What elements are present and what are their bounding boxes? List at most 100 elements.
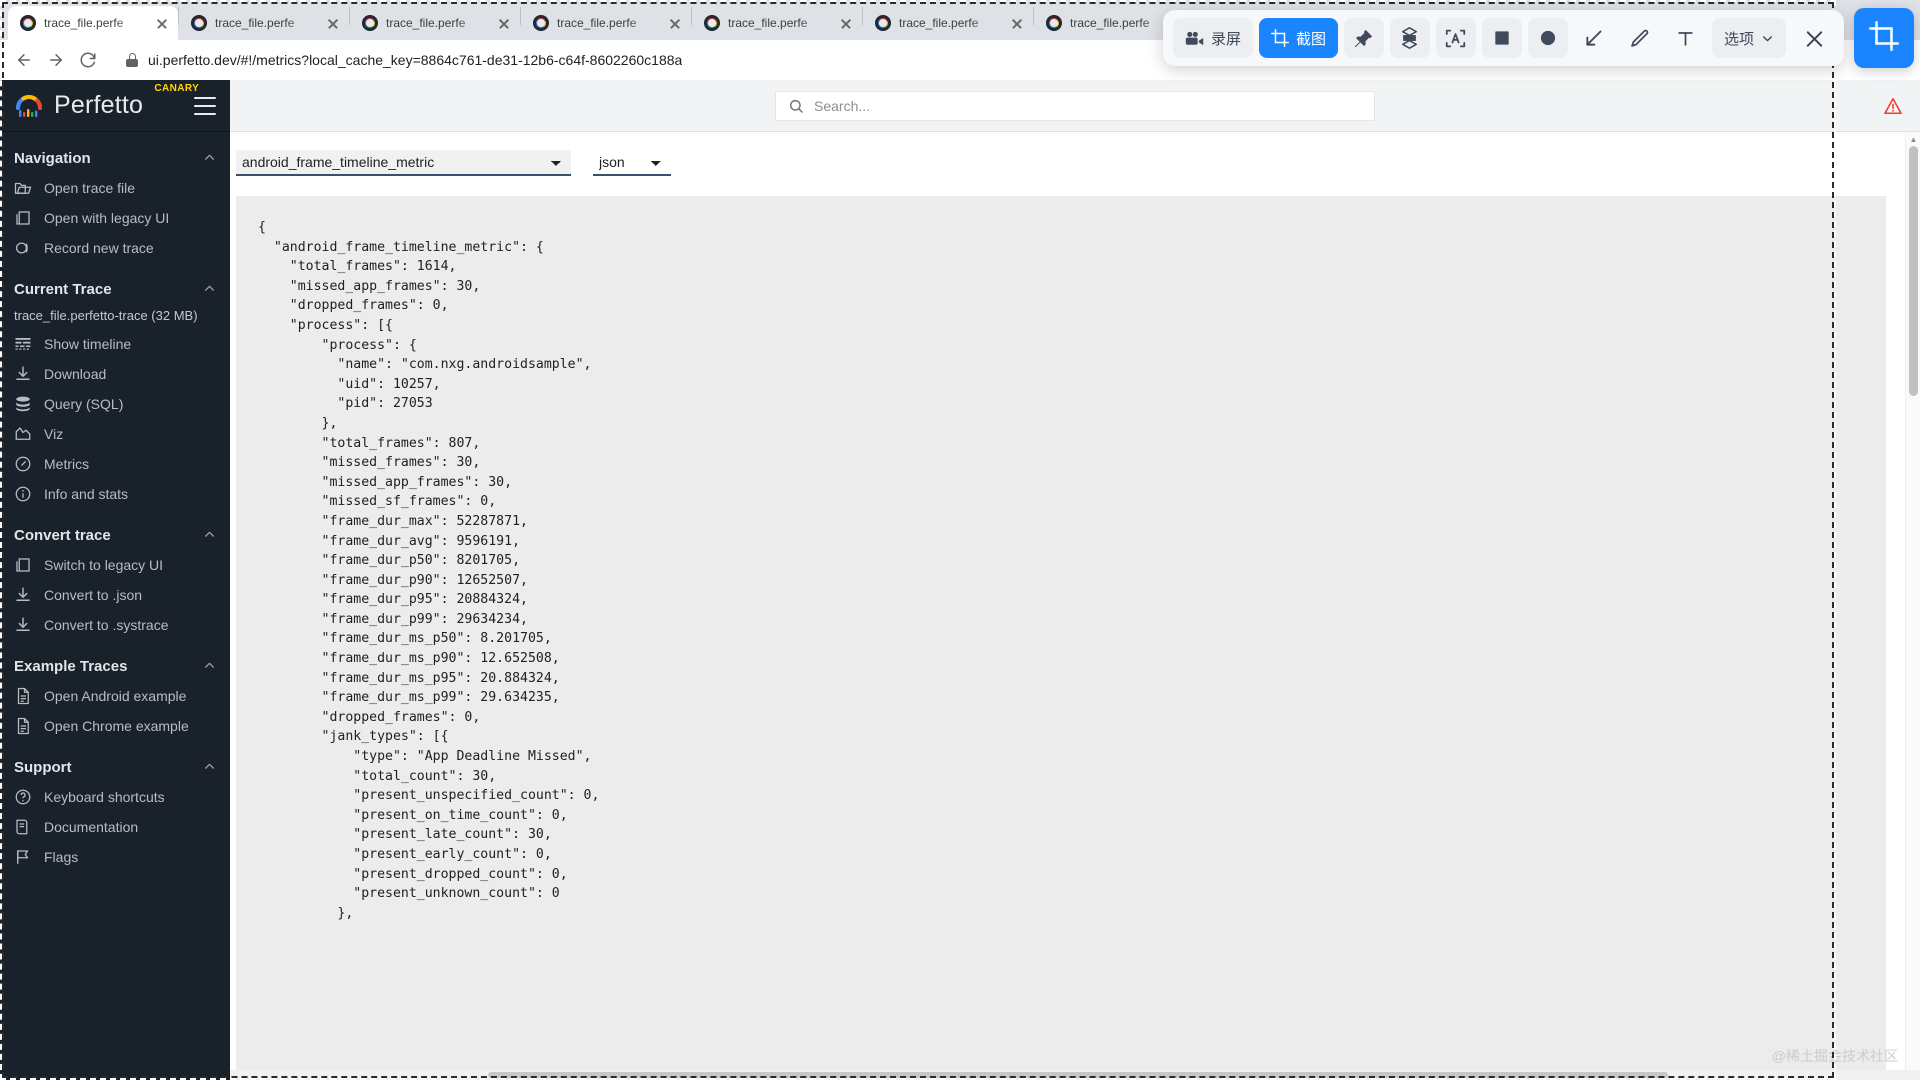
search-icon [788, 98, 804, 114]
browser-tab[interactable]: trace_file.perfe [863, 6, 1033, 40]
search-input[interactable]: Search... [775, 90, 1375, 121]
sidebar-item-open-chrome-example[interactable]: Open Chrome example [0, 711, 230, 741]
options-button[interactable]: 选项 [1711, 18, 1786, 58]
rectangle-tool-button[interactable] [1481, 18, 1522, 58]
scrollbar-up-arrow[interactable]: ▲ [1906, 132, 1920, 146]
sidebar-section-title[interactable]: Navigation [0, 142, 230, 173]
sidebar-item-metrics[interactable]: Metrics [0, 449, 230, 479]
sidebar-item-viz[interactable]: Viz [0, 419, 230, 449]
sidebar-item-label: Open Chrome example [44, 718, 189, 734]
sidebar-item-label: Query (SQL) [44, 396, 124, 412]
close-icon[interactable] [1794, 18, 1834, 58]
pen-icon [1629, 28, 1650, 49]
sidebar-item-record-new-trace[interactable]: Record new trace [0, 233, 230, 263]
book-icon [14, 818, 32, 836]
tab-close-icon[interactable] [325, 15, 341, 31]
sidebar-item-convert-to-systrace[interactable]: Convert to .systrace [0, 610, 230, 640]
page-scrollbar[interactable]: ▲ ▼ [1905, 132, 1920, 1080]
text-tool-button[interactable] [1666, 18, 1706, 58]
sidebar-section-title[interactable]: Current Trace [0, 273, 230, 304]
tab-close-icon[interactable] [154, 15, 170, 31]
sidebar-item-keyboard-shortcuts[interactable]: Keyboard shortcuts [0, 782, 230, 812]
metric-result-panel: { "android_frame_timeline_metric": { "to… [236, 196, 1886, 1080]
download-icon [14, 365, 32, 383]
capture-screenshot-button[interactable]: 截图 [1258, 18, 1338, 58]
pen-tool-button[interactable] [1620, 18, 1660, 58]
horizontal-scrollbar[interactable] [230, 1070, 1920, 1080]
sidebar-section: Support Keyboard shortcuts Documentation Fl… [0, 741, 230, 872]
tab-close-icon[interactable] [1009, 15, 1025, 31]
capture-screenshot-label: 截图 [1295, 30, 1326, 48]
tab-title: trace_file.perfe [386, 16, 466, 30]
scrollbar-thumb[interactable] [1909, 146, 1918, 396]
sidebar-section-label: Convert trace [14, 527, 111, 544]
sidebar-item-switch-to-legacy-ui[interactable]: Switch to legacy UI [0, 550, 230, 580]
sidebar-item-open-trace-file[interactable]: Open trace file [0, 173, 230, 203]
sidebar-section-title[interactable]: Convert trace [0, 519, 230, 550]
sidebar-item-convert-to-json[interactable]: Convert to .json [0, 580, 230, 610]
sidebar-section-title[interactable]: Example Traces [0, 650, 230, 681]
ocr-text-button[interactable] [1435, 18, 1476, 58]
confirm-capture-button[interactable] [1854, 8, 1914, 68]
alert-icon[interactable] [1884, 97, 1902, 114]
sidebar-item-documentation[interactable]: Documentation [0, 812, 230, 842]
hamburger-icon[interactable] [194, 96, 216, 115]
perfetto-favicon-icon [533, 15, 549, 31]
sidebar-item-download[interactable]: Download [0, 359, 230, 389]
chevron-up-icon[interactable] [203, 659, 216, 675]
sidebar-item-label: Info and stats [44, 486, 129, 502]
browser-tab[interactable]: trace_file.perfe [521, 6, 691, 40]
download-icon [14, 586, 32, 604]
tab-close-icon[interactable] [667, 15, 683, 31]
perfetto-favicon-icon [875, 15, 891, 31]
sidebar-item-info-and-stats[interactable]: Info and stats [0, 479, 230, 509]
forward-icon[interactable] [42, 46, 70, 74]
channel-badge: CANARY [154, 83, 200, 94]
sidebar-item-label: Open trace file [44, 180, 136, 196]
reload-icon[interactable] [74, 46, 102, 74]
sidebar-section-label: Navigation [14, 150, 91, 167]
format-select[interactable]: json [593, 150, 671, 176]
sidebar-item-open-with-legacy-ui[interactable]: Open with legacy UI [0, 203, 230, 233]
chevron-up-icon[interactable] [203, 282, 216, 298]
browser-tab[interactable]: trace_file.perfe [179, 6, 349, 40]
timeline-icon [14, 335, 32, 353]
tab-title: trace_file.perfe [1070, 16, 1150, 30]
ellipse-tool-button[interactable] [1527, 18, 1568, 58]
chart-icon [14, 425, 32, 443]
sidebar-item-label: Keyboard shortcuts [44, 789, 165, 805]
ocr-text-icon [1445, 28, 1466, 49]
chevron-up-icon[interactable] [203, 151, 216, 167]
metric-select[interactable]: android_frame_timeline_metric [236, 150, 571, 176]
chevron-up-icon[interactable] [203, 760, 216, 776]
copy-icon [14, 209, 32, 227]
tab-title: trace_file.perfe [899, 16, 979, 30]
sidebar-item-label: Record new trace [44, 240, 154, 256]
scroll-capture-button[interactable] [1389, 18, 1430, 58]
sidebar-item-open-android-example[interactable]: Open Android example [0, 681, 230, 711]
sidebar-item-label: Metrics [44, 456, 90, 472]
rectangle-icon [1492, 28, 1512, 48]
back-icon[interactable] [10, 46, 38, 74]
sidebar-item-label: Documentation [44, 819, 139, 835]
sidebar-sections: Navigation Open trace file Open with legac… [0, 132, 230, 872]
sidebar-header: Perfetto CANARY [0, 80, 230, 132]
sidebar-item-label: Open Android example [44, 688, 187, 704]
chevron-up-icon[interactable] [203, 528, 216, 544]
browser-tab[interactable]: trace_file.perfe [8, 6, 178, 40]
horizontal-scrollbar-thumb[interactable] [488, 1072, 1668, 1078]
sidebar-item-query-sql[interactable]: Query (SQL) [0, 389, 230, 419]
sidebar-item-label: Flags [44, 849, 79, 865]
pin-icon [1353, 28, 1374, 49]
sidebar-item-show-timeline[interactable]: Show timeline [0, 329, 230, 359]
sidebar-section-title[interactable]: Support [0, 751, 230, 782]
browser-tab[interactable]: trace_file.perfe [692, 6, 862, 40]
sidebar-item-flags[interactable]: Flags [0, 842, 230, 872]
browser-tab[interactable]: trace_file.perfe [350, 6, 520, 40]
tab-close-icon[interactable] [496, 15, 512, 31]
tab-close-icon[interactable] [838, 15, 854, 31]
pin-button[interactable] [1343, 18, 1384, 58]
sidebar-item-label: Convert to .systrace [44, 617, 169, 633]
record-screen-button[interactable]: 录屏 [1172, 18, 1253, 58]
arrow-tool-button[interactable] [1574, 18, 1614, 58]
